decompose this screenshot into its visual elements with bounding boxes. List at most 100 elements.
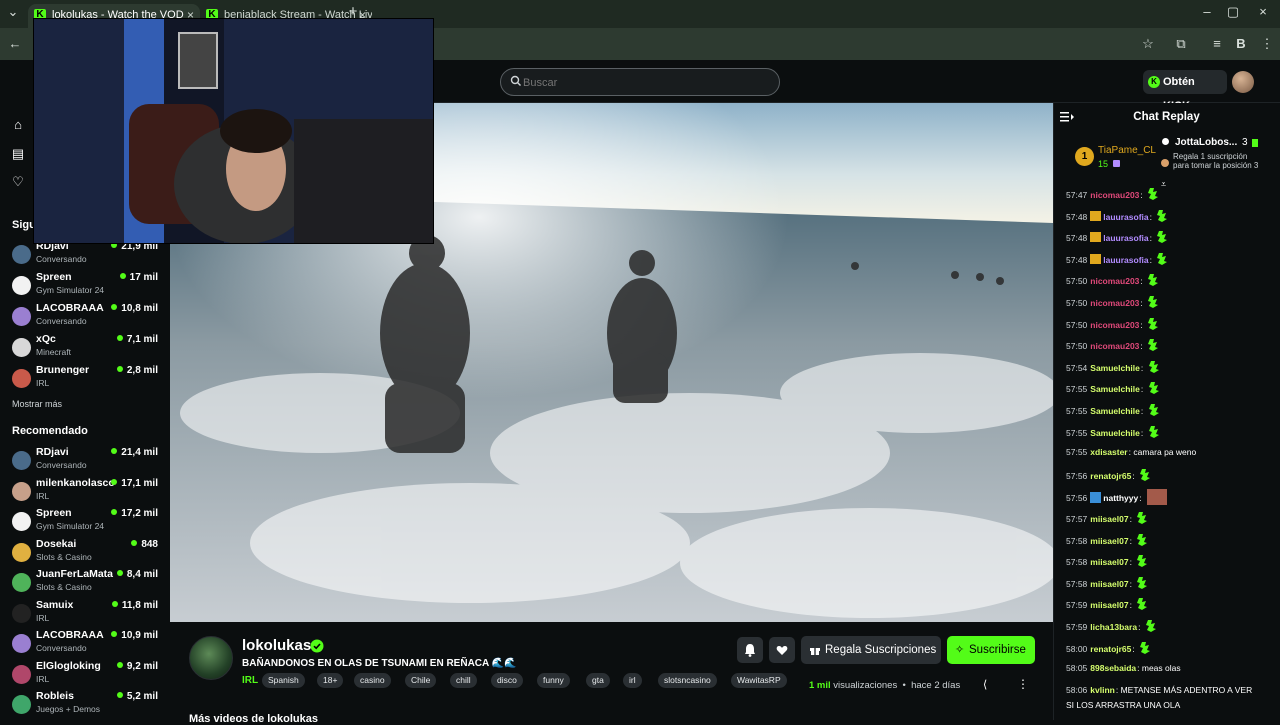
bell-icon: [745, 644, 755, 657]
close-window-icon[interactable]: ×: [1252, 0, 1274, 28]
sidebar-channel-juanferlamata[interactable]: JuanFerLaMata Slots & Casino 8,4 mil: [0, 568, 170, 598]
chat-username[interactable]: miisael07: [1090, 600, 1128, 610]
chat-timestamp: 57:56: [1066, 470, 1088, 481]
chat-username[interactable]: miisael07: [1090, 557, 1128, 567]
minimize-icon[interactable]: –: [1196, 0, 1218, 28]
tag-irl[interactable]: irl: [623, 673, 642, 688]
chat-username[interactable]: nicomau203: [1090, 190, 1139, 200]
chevron-down-icon[interactable]: ⩡: [1161, 179, 1166, 190]
back-icon[interactable]: ←: [4, 28, 26, 60]
sidebar-channel-lacobraaa[interactable]: LACOBRAAA Conversando 10,8 mil: [0, 302, 170, 332]
chat-username[interactable]: lauurasofia: [1103, 233, 1148, 243]
live-dot-icon: [111, 448, 118, 454]
home-icon[interactable]: ⌂: [10, 117, 26, 133]
chat-colon: :: [1140, 362, 1144, 373]
chat-text: camara pa weno: [1133, 447, 1197, 458]
search-bar[interactable]: [500, 68, 780, 96]
chat-username[interactable]: xdisaster: [1090, 447, 1127, 457]
get-kicks-button[interactable]: K Obtén KICKs: [1143, 70, 1227, 112]
sidebar-channel-robleis[interactable]: Robleis Juegos + Demos 5,2 mil: [0, 690, 170, 720]
chat-username[interactable]: Samuelchile: [1090, 363, 1140, 373]
sidebar-channel-lacobraaa[interactable]: LACOBRAAA Conversando 10,9 mil: [0, 629, 170, 659]
viewer-count: 5,2 mil: [116, 691, 158, 702]
sidebar-channel-elglogloking[interactable]: ElGlogloking IRL 9,2 mil: [0, 660, 170, 690]
chat-username[interactable]: renatojr65: [1090, 471, 1131, 481]
channel-name[interactable]: lokolukas: [242, 637, 311, 654]
chat-timestamp: 57:47: [1066, 190, 1088, 200]
chat-username[interactable]: nicomau203: [1090, 298, 1139, 308]
menu-dots-icon[interactable]: ⋮: [1256, 28, 1278, 60]
tag-chill[interactable]: chill: [450, 673, 477, 688]
category-link[interactable]: IRL: [242, 675, 258, 686]
tag-disco[interactable]: disco: [491, 673, 523, 688]
chat-username[interactable]: natthyyy: [1103, 493, 1138, 503]
sidebar-channel-milenkanolasco[interactable]: milenkanolasco IRL 17,1 mil: [0, 477, 170, 507]
channel-avatar: [12, 276, 31, 295]
tag-chile[interactable]: Chile: [405, 673, 437, 688]
sidebar-channel-samuix[interactable]: Samuix IRL 11,8 mil: [0, 599, 170, 629]
gift-subs-button[interactable]: Regala Suscripciones: [801, 636, 941, 664]
show-more-link[interactable]: Mostrar más: [12, 399, 62, 409]
tag-funny[interactable]: funny: [537, 673, 570, 688]
chat-colon: :: [1140, 190, 1143, 200]
browse-icon[interactable]: ▤: [10, 146, 26, 162]
bookmark-star-icon[interactable]: ☆: [1137, 28, 1159, 60]
channel-category: IRL: [36, 490, 50, 501]
leaderboard-user[interactable]: TiaPame_CL: [1098, 145, 1156, 156]
tag-spanish[interactable]: Spanish: [262, 673, 305, 688]
chat-timestamp: 57:55: [1066, 384, 1088, 395]
chat-username[interactable]: miisael07: [1090, 536, 1128, 546]
chat-username[interactable]: miisael07: [1090, 579, 1128, 589]
notification-bell-button[interactable]: [737, 637, 763, 663]
maximize-icon[interactable]: ▢: [1222, 0, 1244, 28]
profile-b-icon[interactable]: B: [1230, 28, 1252, 60]
leaderboard-count: 15: [1098, 159, 1120, 169]
chat-username[interactable]: nicomau203: [1090, 341, 1139, 351]
tag-gta[interactable]: gta: [586, 673, 610, 688]
viewer-count: 848: [131, 539, 158, 550]
chat-username[interactable]: lauurasofia: [1103, 255, 1148, 265]
chat-colon: :: [1149, 254, 1153, 265]
search-input[interactable]: [523, 74, 763, 92]
tab-search-icon[interactable]: ⌄: [2, 0, 24, 28]
viewer-count-value: 21,4 mil: [121, 447, 158, 458]
chat-message: 57:58 miisael07:: [1066, 533, 1148, 546]
viewer-count-value: 7,1 mil: [126, 334, 158, 345]
channel-avatar[interactable]: [189, 636, 233, 680]
chat-username[interactable]: Samuelchile: [1090, 406, 1140, 416]
chat-username[interactable]: lauurasofia: [1103, 212, 1148, 222]
share-icon[interactable]: ⟨: [983, 678, 987, 691]
sidebar-channel-spreen[interactable]: Spreen Gym Simulator 24 17 mil: [0, 271, 170, 301]
extensions-icon[interactable]: ⧉: [1170, 28, 1192, 60]
sidebar-channel-rdjavi[interactable]: RDjavi Conversando 21,4 mil: [0, 446, 170, 476]
tag-18[interactable]: 18+: [317, 673, 344, 688]
tag-slotsncasino[interactable]: slotsncasino: [658, 673, 717, 688]
follow-heart-button[interactable]: [769, 637, 795, 663]
tag-casino[interactable]: casino: [354, 673, 391, 688]
chat-username[interactable]: licha13bara: [1090, 622, 1137, 632]
subscribe-button[interactable]: ✧ Suscribirse: [947, 636, 1035, 664]
more-options-icon[interactable]: ⋮: [1017, 677, 1029, 691]
user-avatar[interactable]: [1232, 71, 1254, 93]
following-heart-icon[interactable]: ♡: [10, 174, 26, 190]
chat-username[interactable]: miisael07: [1090, 514, 1128, 524]
channel-category: IRL: [36, 673, 50, 684]
chat-username[interactable]: kvlinn: [1090, 685, 1115, 695]
media-icon[interactable]: ≡: [1206, 28, 1228, 60]
promo-user[interactable]: JottaLobos...: [1175, 137, 1237, 148]
chat-username[interactable]: nicomau203: [1090, 320, 1139, 330]
kick-emote-icon: [1157, 231, 1168, 244]
chat-username[interactable]: Samuelchile: [1090, 384, 1140, 394]
sidebar-channel-dosekai[interactable]: Dosekai Slots & Casino 848: [0, 538, 170, 568]
leaderboard-rank-badge: 1: [1075, 147, 1094, 166]
chat-username[interactable]: Samuelchile: [1090, 428, 1140, 438]
sidebar-channel-spreen[interactable]: Spreen Gym Simulator 24 17,2 mil: [0, 507, 170, 537]
sidebar-channel-xqc[interactable]: xQc Minecraft 7,1 mil: [0, 333, 170, 363]
chat-username[interactable]: 898sebaida: [1090, 663, 1136, 673]
tag-wawitasrp[interactable]: WawitasRP: [731, 673, 787, 688]
sidebar-channel-rdjavi[interactable]: RDjavi Conversando 21,9 mil: [0, 240, 170, 270]
chat-username[interactable]: renatojr65: [1090, 644, 1131, 654]
channel-category: Conversando: [36, 643, 87, 653]
sidebar-channel-brunenger[interactable]: Brunenger IRL 2,8 mil: [0, 364, 170, 394]
chat-username[interactable]: nicomau203: [1090, 276, 1139, 286]
